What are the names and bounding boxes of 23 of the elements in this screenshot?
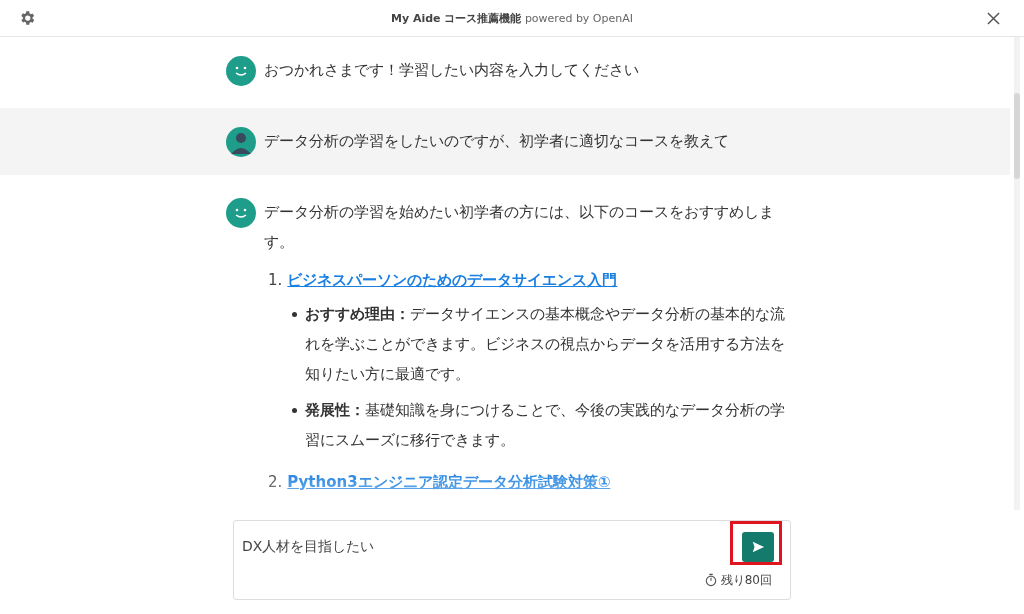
message-input-field[interactable]: DX人材を目指したい 残り80回	[233, 520, 791, 600]
bullet-icon	[292, 408, 297, 413]
send-icon	[751, 540, 765, 554]
window-subtitle: powered by OpenAI	[524, 11, 634, 25]
bullet-icon	[292, 312, 297, 317]
list-number: 2.	[268, 472, 283, 493]
scrollbar[interactable]	[1014, 37, 1020, 510]
remaining-count: 残り80回	[720, 571, 772, 589]
point-text: おすすめ理由：データサイエンスの基本概念やデータ分析の基本的な流れを学ぶことができます。ビジネスの視点からデータを活用する方法を知りたい方に最適です。	[305, 304, 786, 385]
list-number: 1.	[268, 270, 283, 291]
smiley-avatar-icon	[226, 56, 256, 86]
point-text: 発展性：基礎知識を身につけることで、今後の実践的なデータ分析の学習にスムーズに移行できます。	[305, 400, 786, 451]
course-link[interactable]: Python3エンジニア認定データ分析試験対策①	[287, 467, 611, 497]
message-text: おつかれさまです！学習したい内容を入力してください	[264, 60, 640, 81]
close-icon[interactable]	[987, 11, 1000, 25]
message-text: データ分析の学習をしたいのですが、初学者に適切なコースを教えて	[264, 131, 730, 152]
avatar-placeholder	[226, 127, 256, 157]
message-text: データ分析の学習を始めたい初学者の方には、以下のコースをおすすめします。	[264, 202, 775, 253]
course-link[interactable]: ビジネスパーソンのためのデータサイエンス入門	[287, 265, 618, 295]
send-button[interactable]	[742, 532, 774, 562]
timer-icon	[704, 573, 717, 588]
window-title: My Aide コース推薦機能	[390, 11, 522, 25]
smiley-avatar-icon	[226, 198, 256, 228]
